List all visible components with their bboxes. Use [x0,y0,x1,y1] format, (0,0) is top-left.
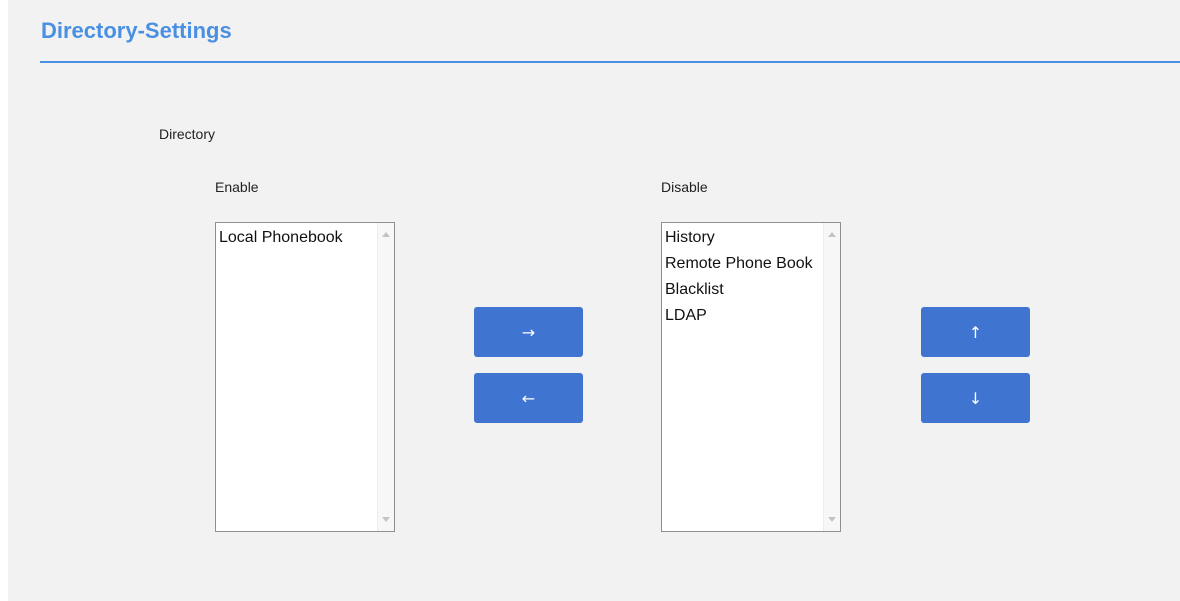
enable-list-label: Enable [215,179,259,195]
disable-listbox[interactable]: History Remote Phone Book Blacklist LDAP [661,222,841,532]
move-up-button[interactable]: ↑ [921,307,1030,357]
scroll-up-icon[interactable] [828,232,836,237]
move-to-disable-button[interactable]: → [474,307,583,357]
disable-list-scrollbar[interactable] [823,223,840,531]
scroll-down-icon[interactable] [828,517,836,522]
disable-list-label: Disable [661,179,708,195]
enable-list-scrollbar[interactable] [377,223,394,531]
list-item[interactable]: History [665,225,813,251]
directory-section-label: Directory [159,126,216,142]
scroll-down-icon[interactable] [382,517,390,522]
page-title: Directory-Settings [41,18,232,43]
list-item[interactable]: Blacklist [665,277,813,303]
scroll-up-icon[interactable] [382,232,390,237]
list-item[interactable]: Local Phonebook [219,225,367,251]
list-item[interactable]: Remote Phone Book [665,251,813,277]
move-to-enable-button[interactable]: ← [474,373,583,423]
enable-listbox[interactable]: Local Phonebook [215,222,395,532]
move-down-button[interactable]: ↓ [921,373,1030,423]
settings-panel: Directory-Settings Directory Enable Loca… [8,0,1180,601]
list-item[interactable]: LDAP [665,303,813,329]
title-divider [40,61,1180,63]
